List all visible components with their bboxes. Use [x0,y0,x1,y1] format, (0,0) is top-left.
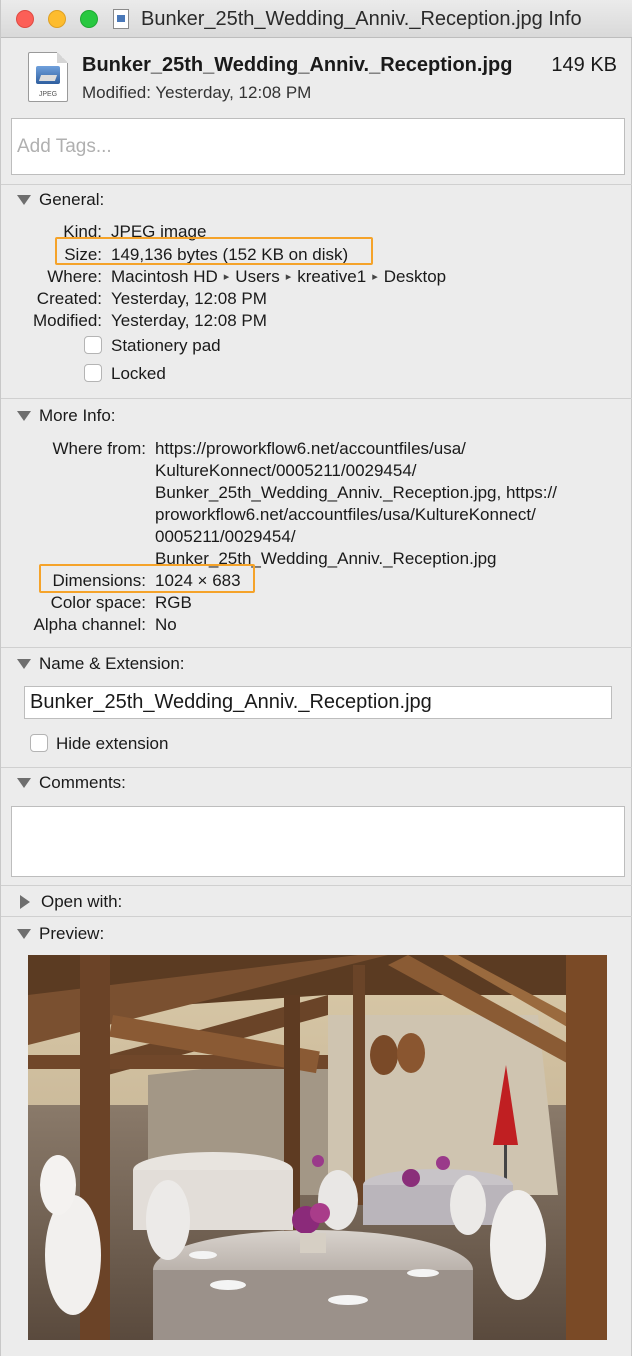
zoom-button[interactable] [80,10,98,28]
divider [1,184,632,185]
section-open-with-title: Open with: [41,892,123,911]
close-button[interactable] [16,10,34,28]
where-label: Where: [47,267,102,286]
color-space-value: RGB [155,593,192,612]
info-window: Bunker_25th_Wedding_Anniv._Reception.jpg… [0,0,632,1356]
section-open-with-toggle[interactable]: Open with: [17,892,122,912]
divider [1,647,632,648]
where-from-label: Where from: [52,439,146,458]
path-arrow-icon: ▸ [285,271,292,283]
created-value: Yesterday, 12:08 PM [111,289,267,308]
path-macintosh-hd[interactable]: Macintosh HD [111,267,218,286]
where-from-line: KultureKonnect/0005211/0029454/ [155,461,417,480]
modified-date: Modified: Yesterday, 12:08 PM [82,83,312,102]
section-more-info-toggle[interactable]: More Info: [17,406,116,426]
title-bar[interactable]: Bunker_25th_Wedding_Anniv._Reception.jpg… [1,0,632,38]
created-label: Created: [36,289,102,308]
path-users[interactable]: Users [235,267,279,286]
disclosure-triangle-icon[interactable] [17,411,31,421]
divider [1,916,632,917]
reception-photo [28,955,607,1340]
section-name-extension-toggle[interactable]: Name & Extension: [17,654,185,674]
color-space-label: Color space: [50,593,146,612]
alpha-channel-value: No [155,615,177,634]
path-arrow-icon: ▸ [372,271,378,283]
stationery-pad-label: Stationery pad [111,336,221,355]
hide-extension-checkbox[interactable] [30,734,48,752]
section-general-title: General: [39,190,105,209]
jpeg-file-icon: JPEG [28,52,68,102]
minimize-button[interactable] [48,10,66,28]
modified-label: Modified: [33,311,102,330]
section-comments-toggle[interactable]: Comments: [17,773,126,793]
disclosure-triangle-collapsed-icon[interactable] [20,895,30,909]
section-preview-title: Preview: [39,924,105,943]
document-icon[interactable] [113,9,129,29]
file-name-heading: Bunker_25th_Wedding_Anniv._Reception.jpg [82,54,513,76]
section-name-extension-title: Name & Extension: [39,654,185,673]
file-type-label: JPEG [38,91,58,98]
path-arrow-icon: ▸ [223,271,230,283]
alpha-channel-label: Alpha channel: [33,615,146,634]
where-from-line: proworkflow6.net/accountfiles/usa/Kultur… [155,505,536,524]
disclosure-triangle-icon[interactable] [17,929,31,939]
stationery-pad-checkbox[interactable] [84,336,102,354]
disclosure-triangle-icon[interactable] [17,195,31,205]
path-kreative1[interactable]: kreative1 [297,267,366,286]
modified-value: Yesterday, 12:08 PM [111,311,267,330]
size-highlight-box [55,237,373,265]
file-size-heading: 149 KB [551,54,617,76]
where-from-line: Bunker_25th_Wedding_Anniv._Reception.jpg… [155,483,557,502]
comments-textarea[interactable] [11,806,625,877]
path-desktop[interactable]: Desktop [384,267,446,286]
where-path: Macintosh HD ▸ Users ▸ kreative1 ▸ Desktop [111,267,446,287]
divider [1,767,632,768]
tags-input[interactable] [11,118,625,175]
locked-label: Locked [111,364,166,383]
disclosure-triangle-icon[interactable] [17,659,31,669]
section-comments-title: Comments: [39,773,126,792]
divider [1,885,632,886]
dimensions-highlight-box [39,564,255,593]
hide-extension-label: Hide extension [56,734,169,753]
divider [1,398,632,399]
file-name-input[interactable] [24,686,612,719]
locked-checkbox[interactable] [84,364,102,382]
section-more-info-title: More Info: [39,406,116,425]
where-from-line: 0005211/0029454/ [155,527,296,546]
section-preview-toggle[interactable]: Preview: [17,924,104,944]
window-title: Bunker_25th_Wedding_Anniv._Reception.jpg… [141,8,582,30]
where-from-line: https://proworkflow6.net/accountfiles/us… [155,439,466,458]
section-general-toggle[interactable]: General: [17,190,104,210]
disclosure-triangle-icon[interactable] [17,778,31,788]
image-preview-icon [36,66,60,84]
image-preview [28,955,607,1340]
